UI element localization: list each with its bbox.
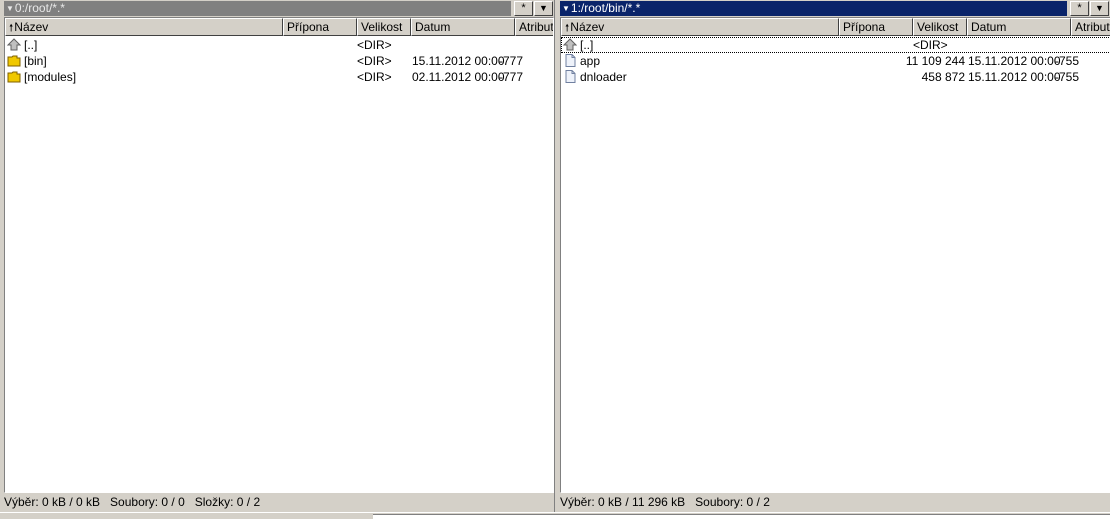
- right-panel: ▼1:/root/bin/*.* * ▼ 🠕Název Přípona Veli…: [556, 0, 1110, 512]
- right-col-size[interactable]: Velikost: [913, 18, 967, 36]
- left-col-size[interactable]: Velikost: [357, 18, 411, 36]
- up-arrow-icon: [562, 38, 578, 51]
- table-row[interactable]: [..] <DIR>: [5, 37, 553, 53]
- left-col-ext[interactable]: Přípona: [283, 18, 357, 36]
- folder-icon: [7, 54, 21, 67]
- bottom-strip: [0, 512, 1110, 519]
- table-row[interactable]: dnloader 458 872 15.11.2012 00:00 -755: [561, 69, 1110, 85]
- right-col-name[interactable]: 🠕Název: [561, 18, 839, 36]
- file-icon: [563, 54, 577, 67]
- table-row[interactable]: app 11 109 244 15.11.2012 00:00 -755: [561, 53, 1110, 69]
- table-row[interactable]: [modules] <DIR> 02.11.2012 00:00 -777: [5, 69, 553, 85]
- left-col-attr[interactable]: Atribut: [515, 18, 553, 36]
- sort-asc-icon: 🠕: [9, 23, 14, 34]
- left-drive-dropdown-button[interactable]: ▼: [534, 1, 553, 16]
- path-dropdown-icon: ▼: [562, 4, 570, 13]
- left-col-date[interactable]: Datum: [411, 18, 515, 36]
- right-status-bar: Výběr: 0 kB / 11 296 kB Soubory: 0 / 2: [560, 495, 770, 509]
- folder-icon: [7, 70, 21, 83]
- right-path-text: 1:/root/bin/*.*: [570, 1, 641, 15]
- right-history-button[interactable]: *: [1070, 1, 1089, 16]
- right-col-ext[interactable]: Přípona: [839, 18, 913, 36]
- left-col-name[interactable]: 🠕Název: [5, 18, 283, 36]
- sort-asc-icon: 🠕: [565, 23, 570, 34]
- right-drive-dropdown-button[interactable]: ▼: [1090, 1, 1109, 16]
- left-path-text: 0:/root/*.*: [14, 1, 65, 15]
- path-dropdown-icon: ▼: [6, 4, 14, 13]
- left-status-bar: Výběr: 0 kB / 0 kB Soubory: 0 / 0 Složky…: [4, 495, 261, 509]
- right-column-header: 🠕Název Přípona Velikost Datum Atribut: [561, 18, 1110, 36]
- right-file-list[interactable]: 🠕Název Přípona Velikost Datum Atribut [.…: [560, 17, 1110, 493]
- left-column-header: 🠕Název Přípona Velikost Datum Atribut: [5, 18, 553, 36]
- table-row[interactable]: [bin] <DIR> 15.11.2012 00:00 -777: [5, 53, 553, 69]
- right-path-display[interactable]: ▼1:/root/bin/*.*: [560, 1, 1067, 16]
- left-file-list[interactable]: 🠕Název Přípona Velikost Datum Atribut [.…: [4, 17, 554, 493]
- right-col-date[interactable]: Datum: [967, 18, 1071, 36]
- table-row[interactable]: [..] <DIR>: [561, 37, 1110, 53]
- right-col-attr[interactable]: Atribut: [1071, 18, 1110, 36]
- left-path-display[interactable]: ▼0:/root/*.*: [4, 1, 511, 16]
- left-history-button[interactable]: *: [514, 1, 533, 16]
- up-arrow-icon: [6, 38, 22, 51]
- file-icon: [563, 70, 577, 83]
- left-panel: ▼0:/root/*.* * ▼ 🠕Název Přípona Velikost…: [0, 0, 554, 512]
